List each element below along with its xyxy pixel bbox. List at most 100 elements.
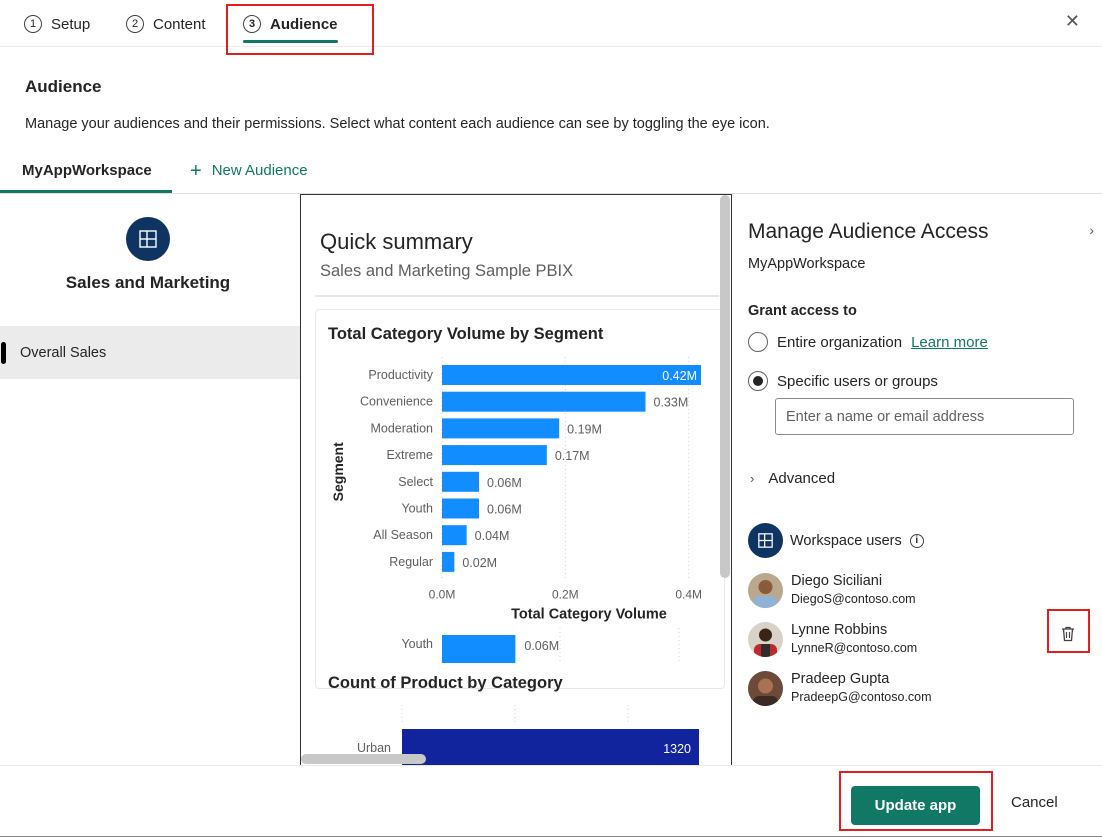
selected-indicator <box>1 342 6 364</box>
x-axis-title: Total Category Volume <box>511 607 667 623</box>
tab-myappworkspace[interactable]: MyAppWorkspace <box>22 162 152 179</box>
cancel-button[interactable]: Cancel <box>1011 794 1058 811</box>
user-item: Lynne Robbins LynneR@contoso.com <box>748 621 917 657</box>
data-label: 1320 <box>663 742 691 756</box>
step-content[interactable]: 2 Content <box>126 15 206 33</box>
chevron-right-icon: › <box>750 471 755 486</box>
radio-specific-users[interactable]: Specific users or groups <box>748 371 938 391</box>
active-tab-underline <box>0 190 172 193</box>
advanced-label: Advanced <box>768 470 836 487</box>
nav-item-overall-sales[interactable]: Overall Sales <box>0 326 300 379</box>
avatar <box>748 621 783 657</box>
bar <box>442 498 479 519</box>
bar <box>442 635 516 663</box>
report-title: Quick summary <box>320 229 473 254</box>
user-name: Pradeep Gupta <box>791 671 890 687</box>
step-number: 3 <box>243 15 261 33</box>
radio-button[interactable] <box>748 371 768 391</box>
y-tick-label: Moderation <box>370 421 433 435</box>
user-name: Lynne Robbins <box>791 622 888 638</box>
user-name: Diego Siciliani <box>791 573 883 589</box>
footer-bar: Update app Cancel <box>0 765 1102 837</box>
data-label: 0.06M <box>524 639 559 653</box>
y-tick-label: Youth <box>401 502 433 516</box>
bar-chart-youth: Youth 0.06M <box>401 628 680 663</box>
manage-access-panel: Manage Audience Access › MyAppWorkspace … <box>732 194 1102 765</box>
chart-title: Total Category Volume by Segment <box>328 325 604 343</box>
step-label: Setup <box>51 15 91 33</box>
data-label: 0.04M <box>475 529 510 543</box>
user-email: PradeepG@contoso.com <box>791 690 932 704</box>
horizontal-scrollbar[interactable] <box>301 754 426 764</box>
info-icon[interactable]: i <box>909 533 924 548</box>
wizard-stepper: 1 Setup 2 Content 3 Audience ✕ <box>0 0 1102 47</box>
bar <box>442 551 455 572</box>
chevron-right-icon[interactable]: › <box>1089 222 1094 238</box>
user-search-input[interactable] <box>775 398 1074 435</box>
bar <box>442 525 467 546</box>
data-label: 0.02M <box>462 556 497 570</box>
trash-icon <box>1062 626 1074 642</box>
y-tick-label: Select <box>398 475 433 489</box>
step-label: Content <box>153 15 206 33</box>
update-app-button[interactable]: Update app <box>851 786 980 825</box>
y-tick-label: Productivity <box>368 368 433 382</box>
data-label: 0.06M <box>487 476 522 490</box>
user-item: Pradeep Gupta PradeepG@contoso.com <box>748 670 932 706</box>
advanced-expander[interactable]: › Advanced <box>750 470 835 487</box>
y-tick-label: Youth <box>401 637 433 651</box>
panel-title: Manage Audience Access <box>748 220 989 243</box>
audience-tabs: MyAppWorkspace + New Audience <box>0 150 1102 194</box>
user-email: LynneR@contoso.com <box>791 641 918 655</box>
workspace-users-label: Workspace users <box>790 532 902 549</box>
bar-chart-segment: 0.0M 0.2M 0.4M Productivity 0.42M Convenience… <box>330 357 702 623</box>
step-label: Audience <box>270 15 338 33</box>
learn-more-link[interactable]: Learn more <box>911 334 988 351</box>
bar <box>442 391 646 412</box>
radio-selected-dot <box>753 376 763 386</box>
radio-label: Specific users or groups <box>777 372 938 390</box>
avatar <box>748 670 783 706</box>
y-tick-label: Convenience <box>360 395 433 409</box>
close-icon[interactable]: ✕ <box>1065 11 1080 32</box>
app-logo-icon <box>126 217 170 261</box>
bar <box>442 471 479 492</box>
avatar <box>748 572 783 608</box>
step-number: 1 <box>24 15 42 33</box>
y-tick-label: All Season <box>373 528 433 542</box>
radio-button[interactable] <box>748 332 768 352</box>
bar <box>442 445 547 466</box>
y-tick-label: Regular <box>389 555 433 569</box>
radio-label: Entire organization <box>777 333 903 351</box>
app-navigation: Sales and Marketing Overall Sales <box>0 195 300 765</box>
new-audience-label: New Audience <box>211 162 308 179</box>
nav-item-label: Overall Sales <box>20 344 107 361</box>
report-subtitle: Sales and Marketing Sample PBIX <box>320 262 574 280</box>
user-item: Diego Siciliani DiegoS@contoso.com <box>748 572 916 608</box>
radio-entire-organization[interactable]: Entire organization Learn more <box>748 332 988 352</box>
workspace-users-header: Workspace users i <box>748 523 924 558</box>
data-label: 0.17M <box>555 449 590 463</box>
step-number: 2 <box>126 15 144 33</box>
grant-access-label: Grant access to <box>748 303 857 319</box>
data-label: 0.19M <box>567 422 602 436</box>
y-tick-label: Urban <box>357 741 391 755</box>
data-label: 0.33M <box>654 396 689 410</box>
data-label: 0.42M <box>662 369 697 383</box>
divider <box>315 295 719 297</box>
section-title: Audience <box>25 77 102 96</box>
app-name: Sales and Marketing <box>65 273 231 292</box>
report-preview: Quick summary Sales and Marketing Sample… <box>300 194 732 765</box>
x-tick-label: 0.0M <box>429 588 456 602</box>
bar <box>442 418 560 439</box>
chart-title: Count of Product by Category <box>328 674 563 692</box>
vertical-scrollbar[interactable] <box>720 195 730 578</box>
step-audience[interactable]: 3 Audience <box>243 15 338 43</box>
plus-icon: + <box>190 159 202 182</box>
bar <box>402 729 699 765</box>
section-description: Manage your audiences and their permissi… <box>25 116 770 132</box>
delete-user-button[interactable] <box>1058 624 1078 644</box>
user-email: DiegoS@contoso.com <box>791 592 916 606</box>
step-setup[interactable]: 1 Setup <box>24 15 90 33</box>
new-audience-button[interactable]: + New Audience <box>190 159 308 182</box>
